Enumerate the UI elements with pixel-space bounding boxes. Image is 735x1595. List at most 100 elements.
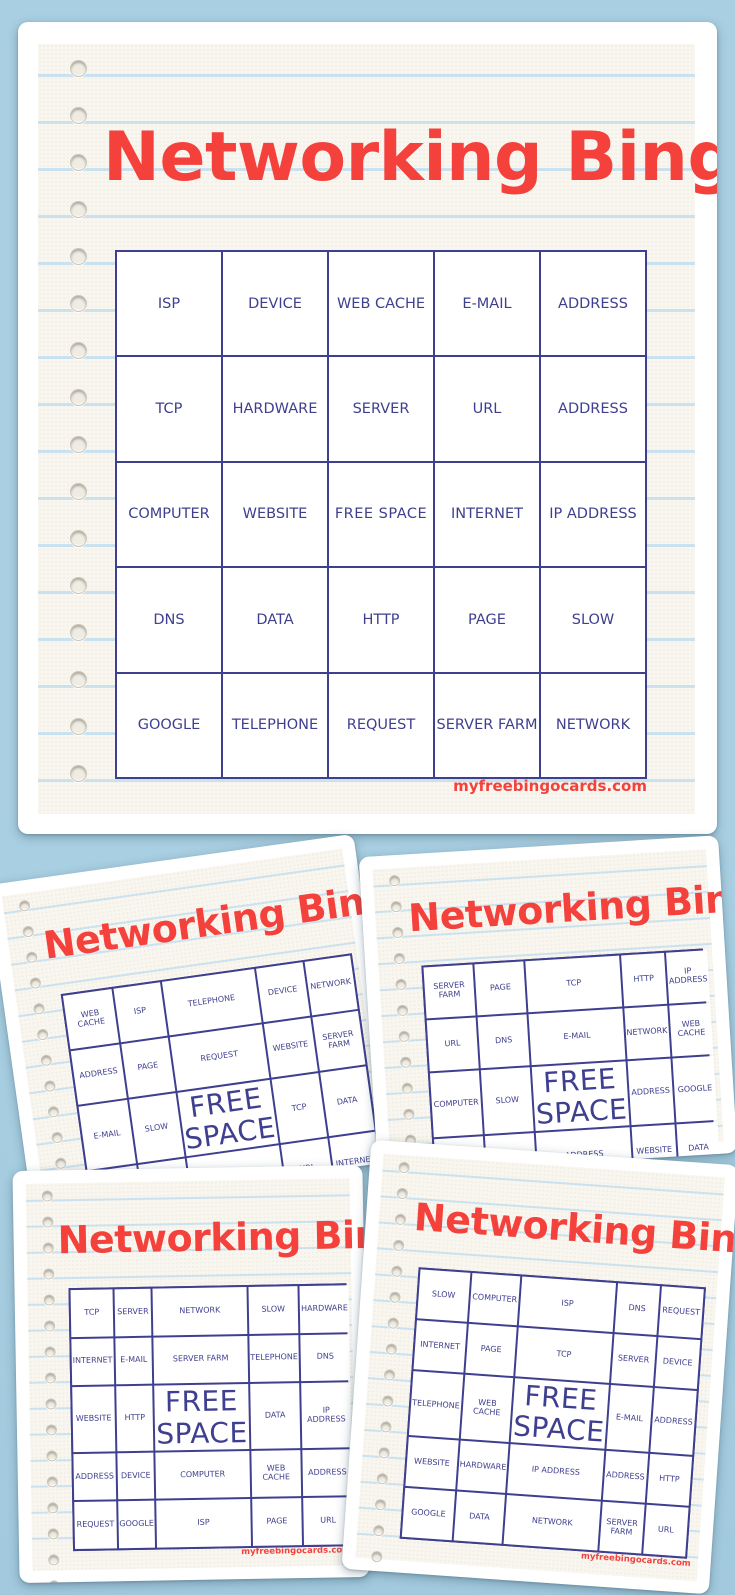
bingo-cell[interactable]: INTERNET — [71, 1337, 114, 1386]
bingo-cell[interactable]: SERVER FARM — [153, 1335, 248, 1384]
bingo-cell[interactable]: E-MAIL — [78, 1099, 136, 1171]
bingo-cell[interactable]: E-MAIL — [606, 1384, 653, 1453]
bingo-cell[interactable]: ADDRESS — [627, 1058, 675, 1126]
bingo-cell[interactable]: WEBSITE — [72, 1386, 116, 1452]
bingo-cell[interactable]: INTERNET — [413, 1320, 467, 1373]
bingo-cell[interactable]: URL — [426, 1017, 479, 1071]
bingo-cell[interactable]: DATA — [453, 1491, 506, 1544]
bingo-cell[interactable]: ADDRESS — [302, 1449, 353, 1497]
bingo-cell[interactable]: SERVER — [329, 357, 433, 461]
bingo-cell[interactable]: WEBSITE — [223, 462, 327, 567]
bingo-cell[interactable]: SERVER FARM — [435, 673, 539, 777]
bingo-cell[interactable]: ADDRESS — [70, 1044, 127, 1105]
bingo-cell[interactable]: DEVICE — [117, 1452, 155, 1500]
bingo-cell[interactable]: SERVER — [610, 1333, 657, 1386]
bingo-cell-free-space[interactable]: FREE SPACE — [154, 1384, 249, 1451]
bingo-cell[interactable]: GOOGLE — [117, 1501, 156, 1549]
bingo-cell[interactable]: URL — [435, 357, 539, 461]
bingo-cell[interactable]: DATA — [249, 1383, 301, 1449]
bingo-cell[interactable]: NETWORK — [304, 955, 358, 1016]
bingo-cell[interactable]: HTTP — [329, 568, 433, 672]
bingo-cell[interactable]: GOOGLE — [672, 1055, 718, 1123]
bingo-cell[interactable]: WEB CACHE — [62, 989, 119, 1050]
bingo-cell[interactable]: ADDRESS — [73, 1453, 116, 1501]
bingo-cell[interactable]: SLOW — [541, 568, 645, 672]
bingo-cell[interactable]: TCP — [525, 955, 622, 1012]
bingo-cell[interactable]: PAGE — [474, 961, 527, 1016]
bingo-cell-free-space[interactable]: FREE SPACE — [532, 1061, 630, 1132]
bingo-cell-free-space[interactable]: FREE SPACE — [177, 1079, 279, 1157]
bingo-cell[interactable]: DEVICE — [256, 962, 310, 1022]
bingo-cell[interactable]: ISP — [117, 252, 221, 356]
bingo-cell[interactable]: WEBSITE — [405, 1437, 459, 1490]
bingo-cell[interactable]: TELEPHONE — [408, 1370, 463, 1439]
bingo-cell[interactable]: SERVER FARM — [599, 1501, 645, 1554]
bingo-cell[interactable]: E-MAIL — [435, 252, 539, 356]
bingo-cell[interactable]: NETWORK — [503, 1495, 601, 1551]
bingo-cell[interactable]: DNS — [477, 1014, 531, 1068]
bingo-cell[interactable]: REQUEST — [74, 1501, 117, 1550]
bingo-cell[interactable]: REQUEST — [658, 1286, 704, 1338]
bingo-cell[interactable]: TELEPHONE — [223, 673, 327, 777]
bingo-cell[interactable]: HARDWARE — [223, 357, 327, 461]
bingo-cell[interactable]: TCP — [515, 1327, 613, 1383]
bingo-cell[interactable]: E-MAIL — [528, 1008, 626, 1065]
bingo-cell[interactable]: SLOW — [128, 1092, 185, 1164]
bingo-cell[interactable]: IP ADDRESS — [301, 1382, 352, 1448]
bingo-cell[interactable]: HTTP — [115, 1385, 154, 1452]
bingo-cell[interactable]: SLOW — [417, 1269, 471, 1322]
bingo-cell[interactable]: PAGE — [120, 1037, 175, 1098]
bingo-cell[interactable]: WEBSITE — [263, 1017, 318, 1078]
bingo-cell[interactable]: COMPUTER — [468, 1273, 521, 1326]
bingo-card-thumbnail-4[interactable]: Networking Bingo SLOW COMPUTER ISP DNS REQUE… — [341, 1139, 735, 1595]
bingo-cell[interactable]: HARDWARE — [299, 1285, 350, 1333]
bingo-cell[interactable]: PAGE — [251, 1498, 303, 1546]
bingo-cell[interactable]: SLOW — [480, 1066, 535, 1135]
bingo-cell[interactable]: DNS — [117, 568, 221, 672]
bingo-cell[interactable]: REQUEST — [329, 673, 433, 777]
bingo-cell[interactable]: SERVER FARM — [423, 964, 476, 1019]
bingo-cell[interactable]: NETWORK — [541, 673, 645, 777]
bingo-cell[interactable]: DATA — [223, 568, 327, 672]
bingo-cell[interactable]: PAGE — [465, 1323, 518, 1376]
bingo-cell-free-space[interactable]: FREE SPACE — [329, 462, 433, 567]
bingo-cell[interactable]: COMPUTER — [117, 462, 221, 567]
bingo-cell[interactable]: ADDRESS — [541, 252, 645, 356]
bingo-cell[interactable]: DATA — [319, 1066, 375, 1137]
bingo-cell[interactable]: URL — [643, 1504, 689, 1557]
bingo-card-thumbnail-2[interactable]: Networking Bingo SERVER FARM PAGE TCP HTTP I… — [358, 835, 735, 1175]
bingo-cell[interactable]: TCP — [117, 357, 221, 461]
bingo-cell[interactable]: ISP — [113, 982, 168, 1043]
bingo-cell[interactable]: WEB CACHE — [668, 1002, 714, 1057]
bingo-card-thumbnail-3[interactable]: Networking Bingo TCP SERVER NETWORK SLOW HAR… — [12, 1164, 370, 1584]
bingo-cell[interactable]: GOOGLE — [401, 1488, 455, 1541]
bingo-cell[interactable]: HTTP — [620, 952, 667, 1007]
bingo-cell[interactable]: IP ADDRESS — [507, 1444, 604, 1500]
bingo-cell[interactable]: DEVICE — [654, 1336, 701, 1389]
bingo-cell[interactable]: WEB CACHE — [329, 252, 433, 356]
bingo-cell[interactable]: HTTP — [646, 1454, 693, 1506]
bingo-cell[interactable]: TCP — [70, 1289, 114, 1337]
bingo-cell[interactable]: WEB CACHE — [250, 1449, 302, 1498]
bingo-card-thumbnail-1[interactable]: Networking Bingo WEB CACHE ISP TELEPHONE DE… — [0, 833, 400, 1213]
bingo-cell[interactable]: DEVICE — [223, 252, 327, 356]
bingo-cell[interactable]: COMPUTER — [155, 1450, 250, 1500]
bingo-cell[interactable]: IP ADDRESS — [541, 462, 645, 567]
bingo-cell[interactable]: HARDWARE — [456, 1440, 509, 1494]
bingo-cell[interactable]: TELEPHONE — [248, 1334, 300, 1383]
bingo-cell[interactable]: NETWORK — [624, 1005, 670, 1059]
bingo-cell[interactable]: INTERNET — [435, 462, 539, 567]
bingo-cell[interactable]: ADDRESS — [602, 1451, 649, 1503]
bingo-cell[interactable]: DNS — [614, 1283, 660, 1335]
bingo-cell[interactable]: SERVER — [114, 1288, 152, 1336]
bingo-cell[interactable]: DNS — [300, 1333, 351, 1382]
bingo-cell[interactable]: ADDRESS — [650, 1387, 697, 1456]
bingo-cell[interactable]: E-MAIL — [115, 1337, 153, 1385]
bingo-cell[interactable]: IP ADDRESS — [665, 950, 711, 1004]
bingo-cell[interactable]: WEB CACHE — [460, 1374, 514, 1443]
bingo-cell[interactable]: SLOW — [248, 1286, 299, 1334]
bingo-cell-free-space[interactable]: FREE SPACE — [511, 1377, 609, 1450]
bingo-cell[interactable]: PAGE — [435, 568, 539, 672]
bingo-cell[interactable]: GOOGLE — [117, 673, 221, 777]
bingo-cell[interactable]: COMPUTER — [429, 1069, 483, 1138]
